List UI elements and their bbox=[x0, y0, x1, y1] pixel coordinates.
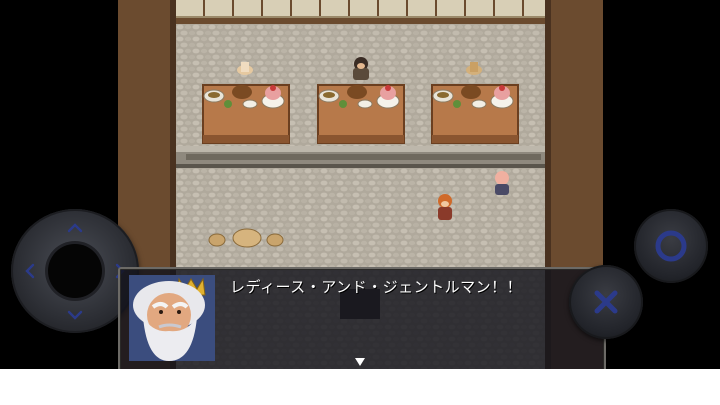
message-window[interactable]: レディース・アンド・ジェントルマン！！ bbox=[118, 267, 606, 369]
down-triangle-icon bbox=[355, 358, 365, 366]
stone-counter bbox=[176, 146, 545, 168]
chevron-up-icon[interactable] bbox=[64, 217, 86, 239]
npc-merchant bbox=[353, 57, 369, 80]
game-screen: レディース・アンド・ジェントルマン！！ bbox=[0, 0, 720, 369]
chevron-left-icon[interactable] bbox=[19, 260, 41, 282]
dialog-text: レディース・アンド・ジェントルマン！！ bbox=[230, 278, 523, 296]
cross-icon bbox=[594, 290, 618, 314]
chevron-down-icon[interactable] bbox=[64, 304, 86, 326]
dpad-center bbox=[48, 244, 102, 298]
old-bearded-king-portrait-icon bbox=[129, 275, 215, 361]
confirm-button[interactable] bbox=[634, 209, 708, 283]
circle-icon bbox=[655, 230, 687, 262]
cancel-button[interactable] bbox=[569, 265, 643, 339]
